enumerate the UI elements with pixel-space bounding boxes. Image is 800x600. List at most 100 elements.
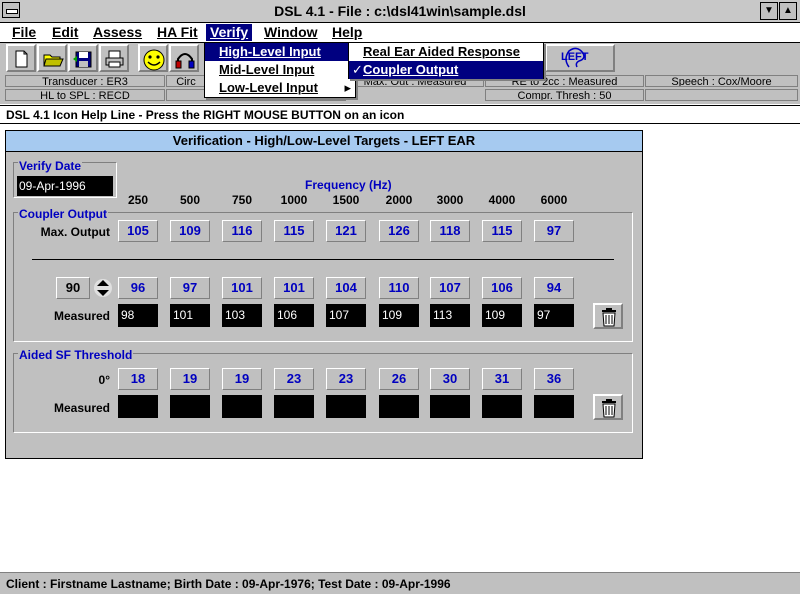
checkmark-icon: ✓: [352, 62, 363, 77]
max-output-value: 126: [379, 220, 419, 242]
measured-field[interactable]: 109: [379, 304, 419, 327]
window-title: DSL 4.1 - File : c:\dsl41win\sample.dsl: [274, 3, 526, 19]
clear-measured-button[interactable]: [593, 303, 623, 329]
printer-icon: [105, 50, 124, 68]
aided-measured-field[interactable]: [274, 395, 314, 418]
menu-help[interactable]: Help: [328, 24, 366, 41]
input-level-field[interactable]: 90: [56, 277, 90, 299]
target-value: 107: [430, 277, 470, 299]
measured-field[interactable]: 98: [118, 304, 158, 327]
menu-file[interactable]: File: [8, 24, 40, 41]
trash-can-icon: [602, 308, 616, 327]
coupler-output-label: Coupler Output: [18, 207, 108, 221]
measured-field[interactable]: 101: [170, 304, 210, 327]
aided-target-value: 26: [379, 368, 419, 390]
menu-assess[interactable]: Assess: [89, 24, 146, 41]
up-down-arrow-icon: [94, 279, 112, 297]
title-bar: DSL 4.1 - File : c:\dsl41win\sample.dsl …: [0, 0, 800, 23]
open-file-button[interactable]: [37, 44, 67, 72]
aided-measured-field[interactable]: [326, 395, 366, 418]
max-output-value: 105: [118, 220, 158, 242]
headphones-icon: [175, 53, 195, 69]
measured-field[interactable]: 97: [534, 304, 574, 327]
hl-to-spl-info: HL to SPL : RECD: [5, 89, 165, 101]
max-output-value: 97: [534, 220, 574, 242]
aided-measured-field[interactable]: [118, 395, 158, 418]
high-level-submenu: Real Ear Aided Response ✓ Coupler Output: [348, 42, 544, 79]
menu-item-coupler-output[interactable]: ✓ Coupler Output: [349, 61, 543, 79]
angle-label: 0°: [98, 373, 110, 387]
blank-info: [645, 89, 798, 101]
aided-target-value: 30: [430, 368, 470, 390]
speech-info: Speech : Cox/Moore: [645, 75, 798, 87]
smiley-icon: [143, 49, 165, 71]
left-ear-label: LEFT: [561, 51, 589, 63]
save-button[interactable]: [68, 44, 98, 72]
trash-can-icon: [602, 399, 616, 418]
aided-measured-field[interactable]: [482, 395, 522, 418]
print-button[interactable]: [99, 44, 129, 72]
verification-window: Verification - High/Low-Level Targets - …: [5, 130, 643, 459]
compr-thresh-info: Compr. Thresh : 50: [485, 89, 644, 101]
status-bar: Client : Firstname Lastname; Birth Date …: [0, 572, 800, 594]
max-output-value: 109: [170, 220, 210, 242]
measured-field[interactable]: 106: [274, 304, 314, 327]
target-value: 110: [379, 277, 419, 299]
measured-field[interactable]: 113: [430, 304, 470, 327]
menu-item-mid-level-input[interactable]: Mid-Level Input: [205, 61, 355, 79]
aided-sf-threshold-label: Aided SF Threshold: [18, 348, 134, 362]
menu-bar: File Edit Assess HA Fit Verify Window He…: [0, 23, 800, 43]
aided-target-value: 23: [326, 368, 366, 390]
menu-edit[interactable]: Edit: [48, 24, 82, 41]
left-ear-button[interactable]: LEFT: [545, 44, 615, 72]
menu-item-low-level-input[interactable]: Low-Level Input ▸: [205, 79, 355, 97]
max-output-value: 118: [430, 220, 470, 242]
aided-measured-field[interactable]: [379, 395, 419, 418]
clear-aided-button[interactable]: [593, 394, 623, 420]
measured-field[interactable]: 107: [326, 304, 366, 327]
max-output-value: 115: [274, 220, 314, 242]
menu-ha-fit[interactable]: HA Fit: [153, 24, 202, 41]
verify-dropdown-menu: High-Level Input Mid-Level Input Low-Lev…: [204, 42, 356, 98]
menu-item-real-ear-aided-response[interactable]: Real Ear Aided Response: [349, 43, 543, 61]
input-level-spinner[interactable]: [94, 277, 112, 299]
aided-measured-field[interactable]: [222, 395, 262, 418]
measured-field[interactable]: 109: [482, 304, 522, 327]
frequency-label: Frequency (Hz): [305, 178, 392, 192]
menu-window[interactable]: Window: [260, 24, 322, 41]
target-value: 104: [326, 277, 366, 299]
new-file-button[interactable]: [6, 44, 36, 72]
aided-measured-label: Measured: [53, 401, 110, 415]
new-file-icon: [15, 50, 28, 68]
open-folder-icon: [43, 54, 64, 67]
freq-header: 4000: [488, 193, 516, 207]
save-disk-icon: [73, 51, 92, 68]
verification-title[interactable]: Verification - High/Low-Level Targets - …: [6, 131, 642, 152]
freq-header: 2000: [385, 193, 413, 207]
aided-target-value: 31: [482, 368, 522, 390]
measured-field[interactable]: 103: [222, 304, 262, 327]
target-value: 97: [170, 277, 210, 299]
separator-line: [32, 259, 614, 260]
freq-header: 1500: [332, 193, 360, 207]
max-output-value: 115: [482, 220, 522, 242]
aided-target-value: 36: [534, 368, 574, 390]
smiley-button[interactable]: [138, 44, 168, 72]
verify-date-label: Verify Date: [18, 159, 83, 173]
minimize-button[interactable]: ▼: [760, 2, 778, 20]
aided-measured-field[interactable]: [170, 395, 210, 418]
maximize-button[interactable]: ▲: [779, 2, 797, 20]
verify-date-field[interactable]: 09-Apr-1996: [17, 176, 113, 196]
freq-header: 3000: [436, 193, 464, 207]
menu-verify[interactable]: Verify: [206, 24, 253, 41]
freq-header: 6000: [540, 193, 568, 207]
headphones-button[interactable]: [169, 44, 199, 72]
target-value: 94: [534, 277, 574, 299]
target-value: 106: [482, 277, 522, 299]
aided-measured-field[interactable]: [430, 395, 470, 418]
menu-item-high-level-input[interactable]: High-Level Input: [205, 43, 355, 61]
max-output-label: Max. Output: [40, 225, 110, 239]
aided-measured-field[interactable]: [534, 395, 574, 418]
submenu-arrow-icon: ▸: [344, 80, 351, 95]
target-value: 101: [222, 277, 262, 299]
